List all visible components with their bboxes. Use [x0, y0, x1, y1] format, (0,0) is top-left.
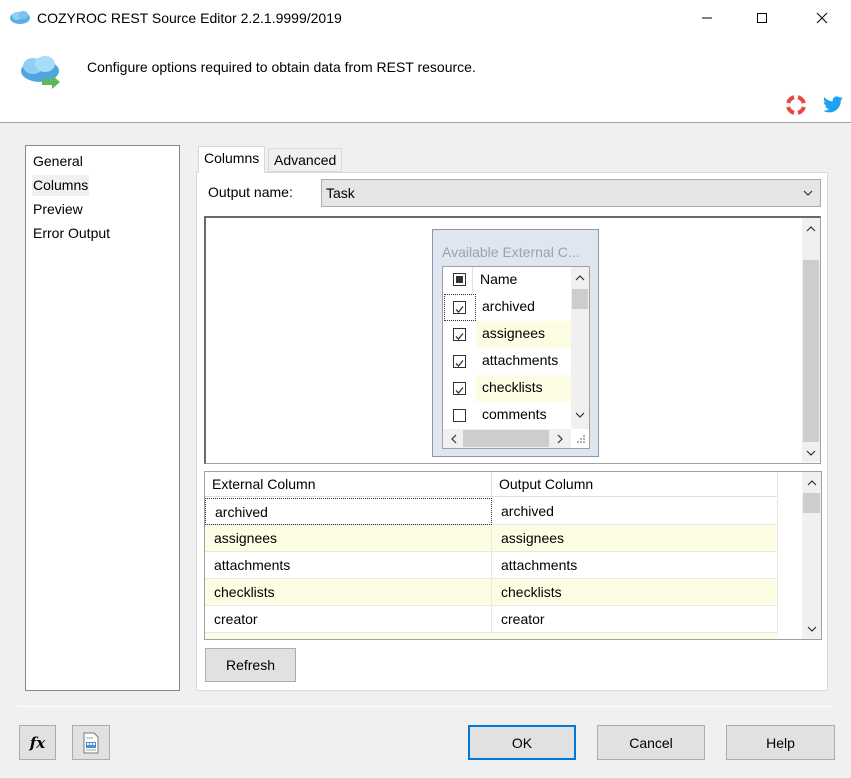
grid-cell-external[interactable]: assignees: [205, 525, 492, 552]
nav-item-general[interactable]: General: [32, 151, 84, 172]
package-button[interactable]: [72, 725, 110, 760]
grid-vscrollbar[interactable]: [802, 472, 821, 639]
output-name-value: Task: [326, 185, 355, 201]
tab-advanced[interactable]: Advanced: [268, 148, 343, 172]
title-bar: COZYROC REST Source Editor 2.2.1.9999/20…: [0, 0, 851, 37]
available-header-row: Name: [443, 267, 571, 294]
grid-cell-output[interactable]: attachments: [492, 552, 778, 579]
grid-header-output[interactable]: Output Column: [492, 472, 778, 497]
available-item[interactable]: checklists: [443, 375, 571, 402]
grid-cell-external[interactable]: checklists: [205, 579, 492, 606]
available-columns-list: Name archived assignees attachments chec…: [442, 266, 590, 449]
available-item[interactable]: attachments: [443, 348, 571, 375]
grid-header-external[interactable]: External Column: [205, 472, 492, 497]
checkbox-checked-icon[interactable]: [453, 301, 466, 314]
available-hscrollbar[interactable]: [443, 429, 571, 448]
checkbox-unchecked-icon[interactable]: [453, 409, 466, 422]
ok-button[interactable]: OK: [468, 725, 576, 760]
close-icon: [816, 12, 828, 24]
resize-grip-icon[interactable]: [575, 433, 587, 445]
scroll-up-icon[interactable]: [571, 269, 588, 286]
nav-item-preview[interactable]: Preview: [32, 199, 84, 220]
grid-cell-external[interactable]: archived: [205, 498, 492, 525]
cozyroc-cloud-icon: [10, 11, 30, 24]
grid-cell-output[interactable]: checklists: [492, 579, 778, 606]
output-name-label: Output name:: [208, 184, 293, 200]
available-item-label: comments: [482, 406, 547, 422]
scroll-thumb[interactable]: [803, 260, 819, 442]
checkbox-checked-icon[interactable]: [453, 382, 466, 395]
available-item[interactable]: assignees: [443, 321, 571, 348]
minimize-button[interactable]: [684, 0, 730, 36]
grid-cell-external[interactable]: creator: [205, 606, 492, 633]
scroll-thumb[interactable]: [572, 289, 588, 309]
checkbox-checked-icon[interactable]: [453, 328, 466, 341]
scroll-down-icon[interactable]: [802, 444, 819, 461]
available-header-name: Name: [480, 271, 518, 287]
document-package-icon: [83, 732, 99, 753]
scroll-thumb[interactable]: [463, 430, 549, 447]
nav-item-error-output[interactable]: Error Output: [32, 223, 111, 244]
minimize-icon: [702, 17, 712, 19]
column-mapping-grid: External Column Output Column archived a…: [204, 471, 822, 640]
header-description: Configure options required to obtain dat…: [87, 59, 476, 75]
maximize-button[interactable]: [739, 0, 785, 36]
table-row[interactable]: assignees assignees: [205, 525, 778, 552]
available-item[interactable]: archived: [443, 294, 571, 321]
checkbox-checked-icon[interactable]: [453, 355, 466, 368]
scroll-right-icon[interactable]: [551, 430, 568, 447]
chevron-down-icon: [803, 190, 813, 196]
cancel-button[interactable]: Cancel: [597, 725, 705, 760]
scroll-down-icon[interactable]: [571, 406, 588, 423]
grid-cell-external[interactable]: attachments: [205, 552, 492, 579]
table-row[interactable]: archived archived: [205, 498, 778, 525]
table-row[interactable]: creator creator: [205, 606, 778, 633]
tab-columns[interactable]: Columns: [198, 146, 266, 173]
design-vscrollbar[interactable]: [802, 218, 820, 462]
table-row[interactable]: checklists checklists: [205, 579, 778, 606]
available-columns-title: Available External C...: [442, 244, 580, 260]
twitter-icon[interactable]: [822, 96, 844, 114]
scroll-left-icon[interactable]: [445, 430, 462, 447]
close-button[interactable]: [799, 0, 845, 36]
available-item-label: attachments: [482, 352, 559, 368]
available-item[interactable]: comments: [443, 402, 571, 429]
lifebuoy-help-icon[interactable]: [786, 95, 806, 115]
available-columns-box[interactable]: Available External C... Name archived as…: [432, 229, 599, 457]
scroll-up-icon[interactable]: [803, 474, 820, 491]
grid-cell-output[interactable]: archived: [492, 498, 778, 525]
available-item-label: archived: [482, 298, 535, 314]
refresh-button[interactable]: Refresh: [205, 648, 296, 682]
table-row-partial: [205, 633, 778, 639]
select-all-checkbox[interactable]: [453, 273, 466, 286]
footer-separator: [18, 706, 834, 707]
available-vscrollbar[interactable]: [571, 267, 589, 429]
expression-button[interactable]: fx: [19, 725, 56, 760]
scroll-thumb[interactable]: [803, 493, 820, 513]
fx-icon: fx: [29, 733, 46, 752]
available-item-label: assignees: [482, 325, 546, 341]
available-item-label: checklists: [482, 379, 543, 395]
nav-item-columns[interactable]: Columns: [32, 175, 90, 196]
table-row[interactable]: attachments attachments: [205, 552, 778, 579]
header-banner: Configure options required to obtain dat…: [0, 37, 851, 123]
maximize-icon: [757, 13, 767, 23]
help-button[interactable]: Help: [726, 725, 835, 760]
nav-list: General Columns Preview Error Output: [25, 145, 180, 691]
cloud-download-icon: [21, 56, 60, 89]
grid-cell-output[interactable]: assignees: [492, 525, 778, 552]
scroll-down-icon[interactable]: [803, 620, 820, 637]
window-title: COZYROC REST Source Editor 2.2.1.9999/20…: [37, 10, 342, 26]
output-name-select[interactable]: Task: [321, 179, 821, 207]
scroll-up-icon[interactable]: [802, 220, 819, 237]
grid-cell-output[interactable]: creator: [492, 606, 778, 633]
